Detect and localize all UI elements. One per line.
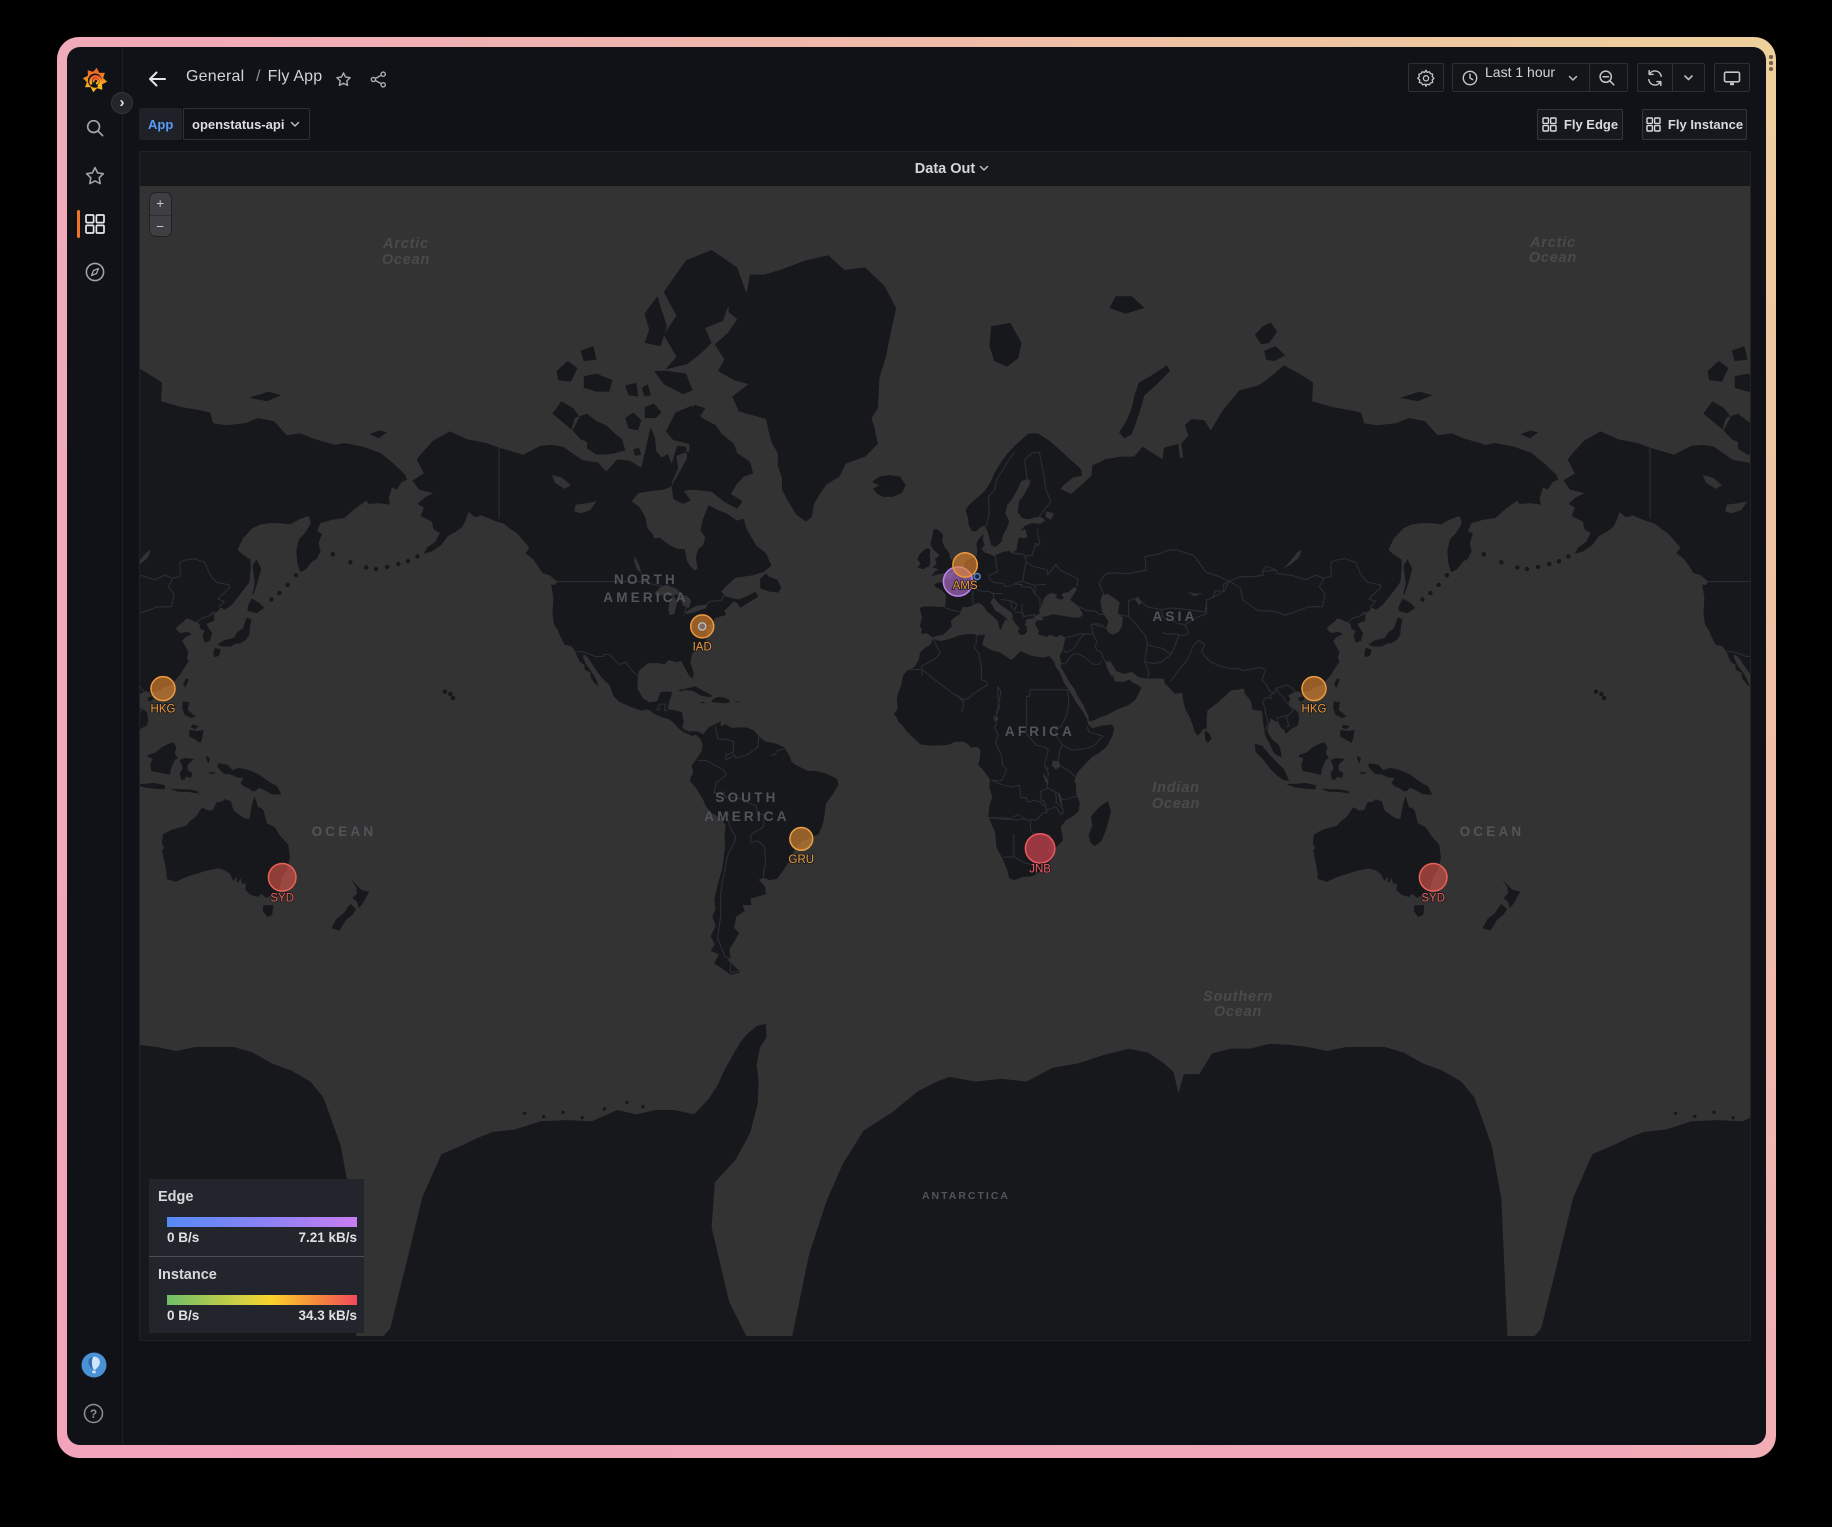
svg-text:IAD: IAD — [693, 641, 712, 653]
svg-text:AFRICA: AFRICA — [1005, 724, 1075, 739]
svg-text:AMERICA: AMERICA — [704, 809, 789, 824]
svg-text:SOUTH: SOUTH — [715, 790, 778, 805]
svg-text:Arctic: Arctic — [382, 236, 429, 252]
svg-text:Ocean: Ocean — [1529, 250, 1577, 266]
svg-text:Ocean: Ocean — [382, 252, 430, 268]
svg-text:AMS: AMS — [953, 580, 978, 592]
svg-text:HKG: HKG — [1302, 704, 1327, 716]
svg-text:GRU: GRU — [789, 854, 815, 866]
svg-text:SYD: SYD — [1421, 892, 1445, 904]
svg-text:OCEAN: OCEAN — [1460, 824, 1525, 839]
svg-text:?: ? — [90, 1407, 97, 1421]
svg-text:Indian: Indian — [1152, 780, 1200, 796]
svg-text:AMERICA: AMERICA — [603, 590, 688, 605]
svg-text:JNB: JNB — [1029, 863, 1051, 875]
svg-text:ANTARCTICA: ANTARCTICA — [922, 1190, 1010, 1202]
svg-text:NORTH: NORTH — [614, 572, 678, 587]
svg-text:Southern: Southern — [1203, 989, 1273, 1005]
svg-text:HKG: HKG — [151, 704, 176, 716]
svg-text:Ocean: Ocean — [1152, 796, 1200, 812]
svg-text:Arctic: Arctic — [1529, 235, 1576, 251]
svg-text:ASIA: ASIA — [1152, 609, 1197, 624]
svg-text:Ocean: Ocean — [1214, 1004, 1262, 1020]
svg-text:OCEAN: OCEAN — [312, 824, 377, 839]
svg-text:SYD: SYD — [270, 892, 294, 904]
